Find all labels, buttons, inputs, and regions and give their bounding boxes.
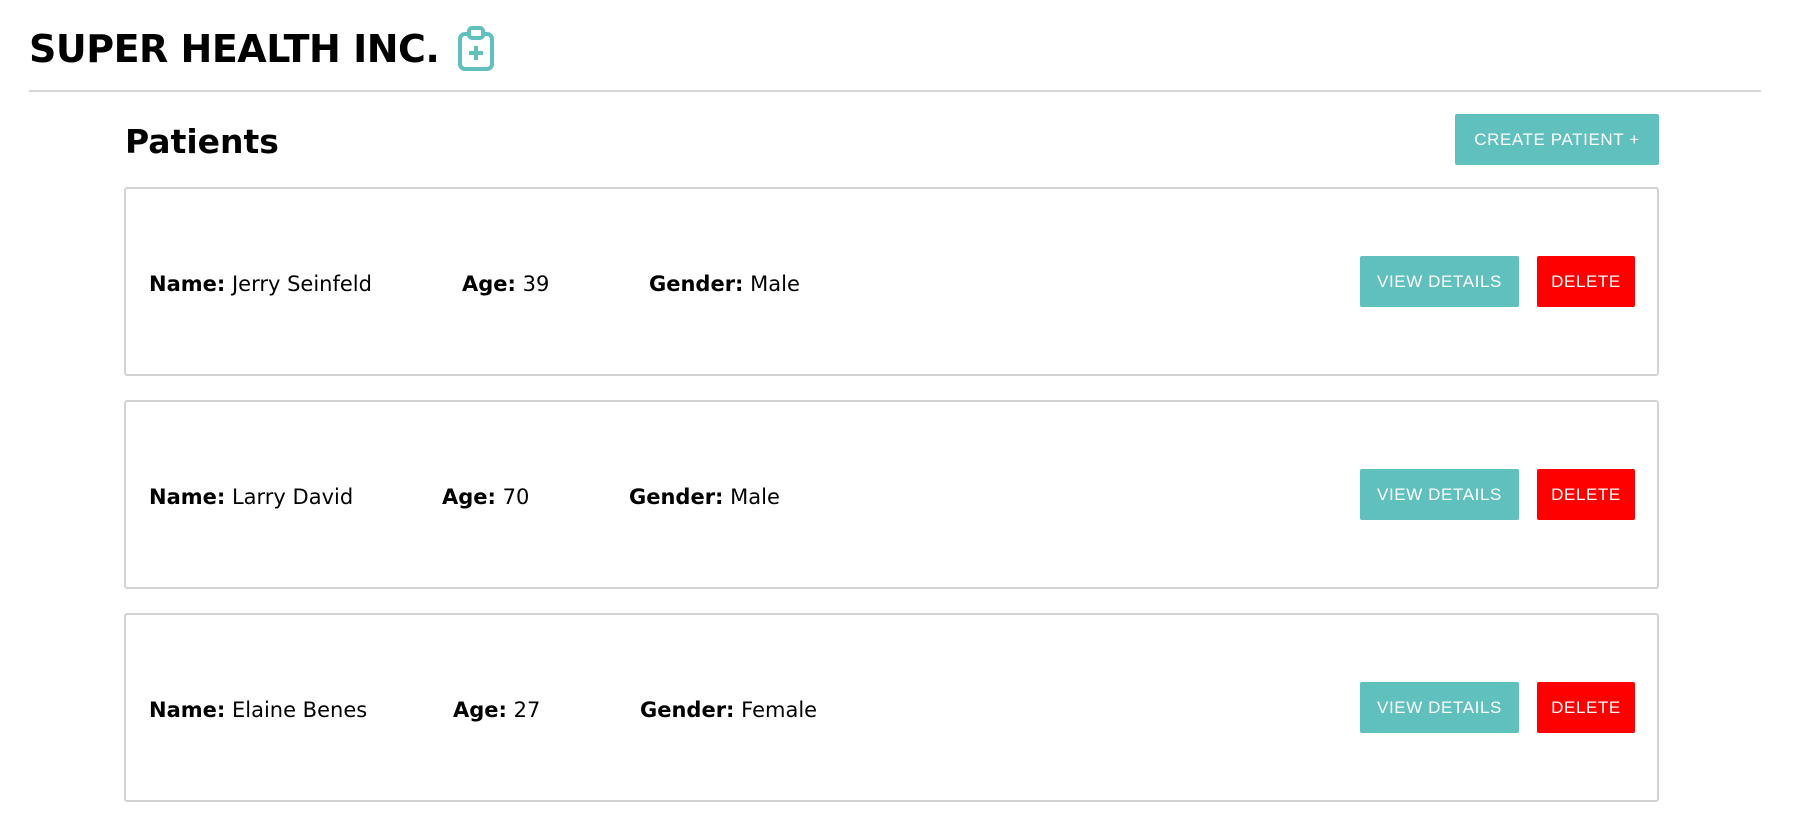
gender-label: Gender: [629,485,724,509]
name-label: Name: [149,272,226,296]
age-value: 70 [502,485,530,509]
age-value: 39 [522,272,550,296]
create-patient-button[interactable]: CREATE PATIENT + [1455,114,1659,165]
age-label: Age: [453,698,507,722]
patient-card: Name: Elaine Benes Age: 27 Gender: Femal… [124,613,1659,802]
page-head: Patients CREATE PATIENT + [124,112,1659,187]
name-label: Name: [149,698,226,722]
delete-button[interactable]: DELETE [1537,256,1635,307]
age-label: Age: [442,485,496,509]
gender-value: Female [741,698,818,722]
patient-age: Age: 39 [462,270,549,298]
view-details-button[interactable]: VIEW DETAILS [1360,256,1519,307]
patient-gender: Gender: Male [649,270,800,298]
patient-age: Age: 27 [453,696,540,724]
patient-card: Name: Jerry Seinfeld Age: 39 Gender: Mal… [124,187,1659,376]
patient-name: Name: Elaine Benes [149,696,367,724]
patient-gender: Gender: Female [640,696,817,724]
patient-name: Name: Larry David [149,483,353,511]
gender-label: Gender: [649,272,744,296]
name-value: Larry David [231,485,354,509]
gender-value: Male [750,272,800,296]
age-value: 27 [513,698,541,722]
gender-value: Male [730,485,780,509]
card-actions: VIEW DETAILS DELETE [1360,256,1635,307]
patient-gender: Gender: Male [629,483,780,511]
delete-button[interactable]: DELETE [1537,682,1635,733]
card-actions: VIEW DETAILS DELETE [1360,469,1635,520]
gender-label: Gender: [640,698,735,722]
name-label: Name: [149,485,226,509]
age-label: Age: [462,272,516,296]
card-actions: VIEW DETAILS DELETE [1360,682,1635,733]
patients-section: Patients CREATE PATIENT + Name: Jerry Se… [124,112,1659,826]
view-details-button[interactable]: VIEW DETAILS [1360,469,1519,520]
name-value: Jerry Seinfeld [231,272,372,296]
view-details-button[interactable]: VIEW DETAILS [1360,682,1519,733]
patient-card: Name: Larry David Age: 70 Gender: Male V… [124,400,1659,589]
delete-button[interactable]: DELETE [1537,469,1635,520]
clipboard-plus-icon [457,26,495,72]
name-value: Elaine Benes [231,698,368,722]
patient-age: Age: 70 [442,483,529,511]
brand: SUPER HEALTH INC. [29,26,495,72]
app-title: SUPER HEALTH INC. [29,27,440,71]
app-header: SUPER HEALTH INC. [29,20,1761,92]
patient-name: Name: Jerry Seinfeld [149,270,372,298]
page-title: Patients [125,122,279,161]
